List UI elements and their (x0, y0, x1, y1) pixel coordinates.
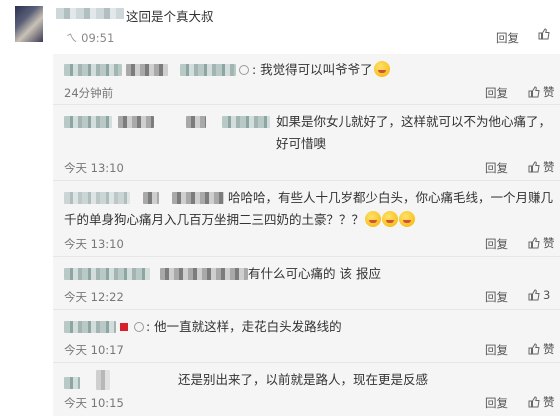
divider (53, 362, 560, 363)
like-button[interactable] (538, 28, 553, 40)
reply-button[interactable]: 回复 (485, 236, 508, 252)
like-button[interactable]: 赞 (528, 394, 555, 410)
reply-text: : 我觉得可以叫爷爷了 (252, 59, 390, 81)
reply-button[interactable]: 回复 (496, 30, 519, 46)
reply-text: : 他一直就这样，走花白头发路线的 (146, 319, 342, 334)
reply-time: 24分钟前 (64, 86, 114, 100)
reply-time: 今天 13:10 (64, 161, 124, 175)
reply-username-blurred[interactable] (118, 116, 154, 128)
grin-emoji-icon (382, 211, 399, 227)
device-icon: ㄟ (66, 31, 78, 45)
thumbs-up-icon (528, 86, 540, 98)
divider (53, 104, 560, 105)
reply-username-blurred[interactable] (64, 321, 116, 333)
medal-badge-icon (134, 322, 144, 332)
reply-button[interactable]: 回复 (485, 289, 508, 305)
reply-time: 今天 10:15 (64, 396, 124, 410)
reply-username-blurred[interactable] (64, 116, 112, 128)
thumbs-up-icon (538, 28, 550, 40)
medal-badge-icon (239, 65, 249, 75)
reply-text: 哈哈哈，有些人十几岁都少白头，你心痛毛线，一个月赚几千的单身狗心痛月入几百万坐拥… (64, 190, 554, 227)
reply-time: 今天 12:22 (64, 290, 124, 304)
reply-text: 如果是你女儿就好了，这样就可以不为他心痛了，好可惜噢 (276, 114, 552, 151)
reply-time: 今天 10:17 (64, 343, 124, 357)
like-button[interactable]: 赞 (528, 341, 555, 357)
like-button[interactable]: 赞 (528, 235, 555, 251)
divider (53, 180, 560, 181)
thumbs-up-icon (528, 289, 540, 301)
top-comment: 这回是个真大叔 ㄟ 09:51 回复 (0, 0, 560, 54)
avatar[interactable] (15, 6, 43, 42)
reply-button[interactable]: 回复 (485, 160, 508, 176)
reply-button[interactable]: 回复 (485, 342, 508, 358)
reply-text: 还是别出来了，以前就是路人，现在更是反感 (178, 372, 429, 387)
reply-username-blurred[interactable] (180, 64, 236, 76)
like-button[interactable]: 3 (528, 288, 550, 302)
thumbs-up-icon (528, 237, 540, 249)
like-button[interactable]: 赞 (528, 84, 555, 100)
reply-username-blurred[interactable] (96, 370, 110, 390)
reply-button[interactable]: 回复 (485, 85, 508, 101)
reply-text: 有什么可心痛的 该 报应 (248, 266, 381, 281)
thumbs-up-icon (528, 161, 540, 173)
reply-username-blurred[interactable] (186, 116, 206, 128)
reply-username-blurred[interactable] (160, 268, 248, 280)
grin-emoji-icon (373, 61, 390, 77)
comment-time: ㄟ 09:51 (66, 31, 115, 45)
reply-username-blurred[interactable] (64, 64, 122, 76)
grin-emoji-icon (365, 211, 382, 227)
grin-emoji-icon (399, 211, 416, 227)
reply-button[interactable]: 回复 (485, 395, 508, 411)
thumbs-up-icon (528, 396, 540, 408)
username-blurred[interactable] (56, 8, 124, 19)
divider (53, 309, 560, 310)
reply-username-blurred[interactable] (64, 377, 80, 389)
comment-text: 这回是个真大叔 (126, 9, 214, 24)
like-button[interactable]: 赞 (528, 159, 555, 175)
reply-username-blurred[interactable] (126, 64, 168, 76)
vip-badge-icon (120, 323, 128, 331)
reply-time: 今天 13:10 (64, 237, 124, 251)
thumbs-up-icon (528, 343, 540, 355)
reply-username-blurred[interactable] (222, 116, 270, 128)
reply-username-blurred[interactable] (64, 268, 150, 280)
divider (53, 256, 560, 257)
